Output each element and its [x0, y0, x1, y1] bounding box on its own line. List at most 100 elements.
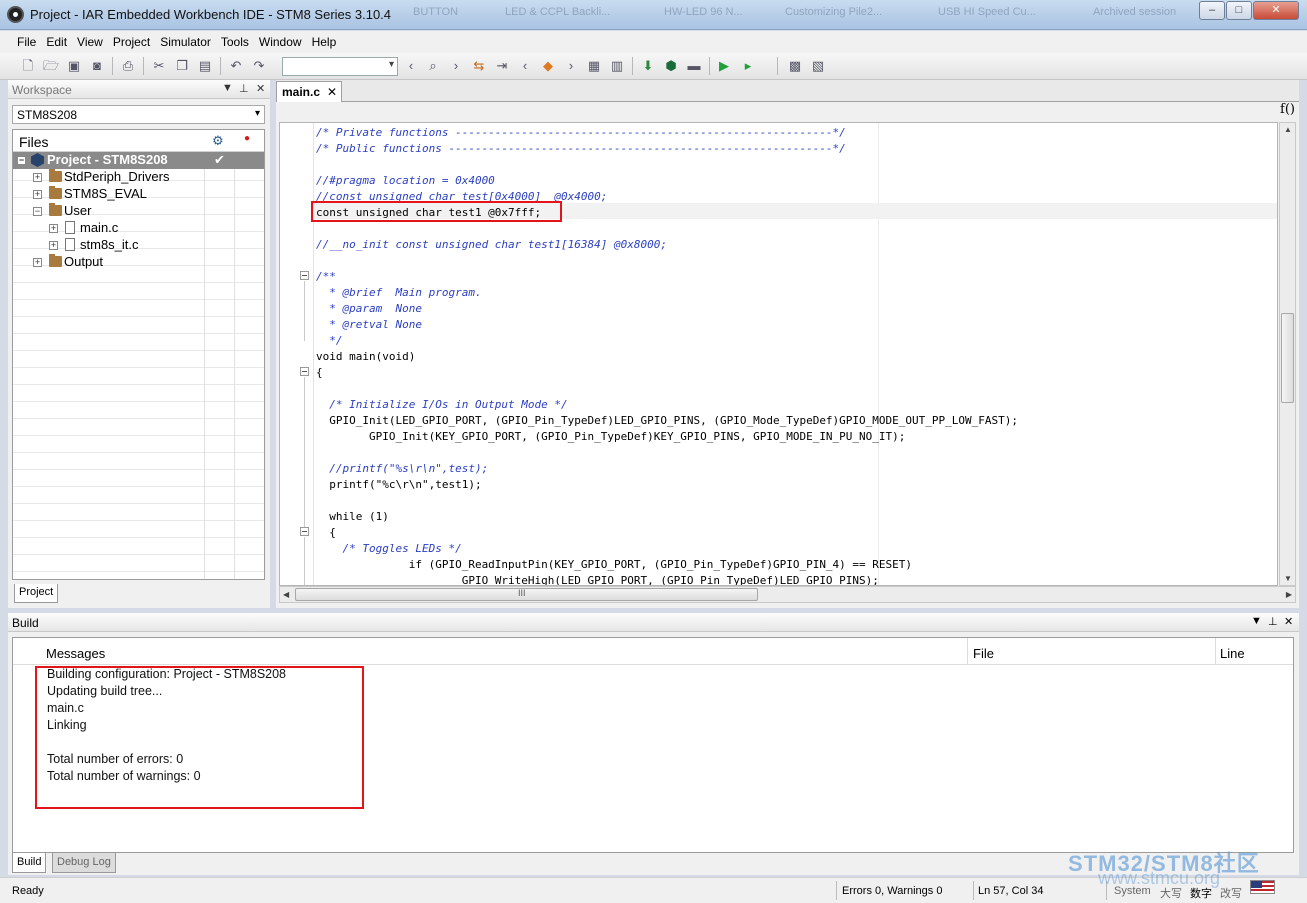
- tree-item-stdperiph[interactable]: + StdPeriph_Drivers: [13, 169, 264, 186]
- scroll-thumb[interactable]: III: [295, 588, 758, 601]
- scroll-right-icon[interactable]: ▶: [1286, 590, 1292, 599]
- navigate-back-icon[interactable]: ‹: [517, 58, 533, 74]
- find-next-icon[interactable]: ›: [448, 58, 464, 74]
- run-icon[interactable]: ▶: [716, 58, 732, 74]
- paste-icon[interactable]: ▤: [197, 58, 213, 74]
- save-all-icon[interactable]: ◙: [89, 58, 105, 74]
- compile-icon[interactable]: ▦: [586, 58, 602, 74]
- redo-icon[interactable]: ↷: [251, 58, 267, 74]
- tree-label: STM8S_EVAL: [64, 186, 147, 201]
- tree-item-main-c[interactable]: + main.c: [13, 220, 264, 237]
- pin-icon[interactable]: ⊥: [1268, 615, 1278, 628]
- collapse-icon[interactable]: −: [33, 207, 42, 216]
- pin-icon[interactable]: ⊥: [239, 82, 249, 95]
- menu-project[interactable]: Project: [108, 31, 155, 49]
- tab-main-c[interactable]: main.c ✕: [276, 81, 342, 102]
- dropdown-icon[interactable]: ▼: [1251, 615, 1262, 627]
- expand-icon[interactable]: +: [33, 173, 42, 182]
- maximize-button[interactable]: □: [1226, 1, 1252, 20]
- go-to-line-icon[interactable]: ⇥: [494, 58, 510, 74]
- download-icon[interactable]: ⬇: [640, 58, 656, 74]
- find-previous-icon[interactable]: ‹: [403, 58, 419, 74]
- horizontal-scrollbar[interactable]: ◀ III ▶: [279, 586, 1296, 603]
- open-file-icon[interactable]: 🗁: [43, 58, 59, 74]
- column-messages[interactable]: Messages: [46, 646, 105, 661]
- code-line: //__no_init const unsigned char test1[16…: [316, 238, 667, 251]
- function-list-icon[interactable]: f(): [1280, 102, 1295, 117]
- code-line: while (1): [316, 510, 389, 523]
- tab-close-icon[interactable]: ✕: [327, 85, 337, 99]
- tree-item-project[interactable]: − Project - STM8S208 ✔: [13, 152, 264, 169]
- debug-icon[interactable]: ⬢: [663, 58, 679, 74]
- expand-icon[interactable]: +: [49, 224, 58, 233]
- status-errors: Errors 0, Warnings 0: [842, 885, 943, 897]
- dot-icon[interactable]: ●: [244, 133, 250, 144]
- column-file[interactable]: File: [973, 646, 994, 661]
- collapse-icon[interactable]: −: [17, 156, 26, 165]
- tree-item-output[interactable]: + Output: [13, 254, 264, 271]
- tree-label: Project - STM8S208: [47, 152, 168, 167]
- vertical-scrollbar[interactable]: ▲ ▼: [1279, 122, 1296, 586]
- folder-icon: [49, 186, 62, 199]
- new-file-icon[interactable]: 🗋: [20, 58, 36, 74]
- menu-help[interactable]: Help: [307, 31, 342, 49]
- minimize-button[interactable]: ‒: [1199, 1, 1225, 20]
- navigate-forward-icon[interactable]: ›: [563, 58, 579, 74]
- tree-label: main.c: [80, 220, 119, 235]
- dropdown-icon[interactable]: ▼: [222, 82, 233, 94]
- make-icon[interactable]: ▥: [609, 58, 625, 74]
- scroll-down-icon[interactable]: ▼: [1284, 574, 1292, 583]
- menu-tools[interactable]: Tools: [216, 31, 254, 49]
- fold-toggle-icon[interactable]: [300, 367, 309, 376]
- go-icon[interactable]: ▸: [740, 58, 756, 74]
- scroll-left-icon[interactable]: ◀: [283, 590, 289, 599]
- configuration-select[interactable]: STM8S208: [12, 105, 265, 124]
- build-title: Build: [12, 616, 39, 630]
- fold-toggle-icon[interactable]: [300, 527, 309, 536]
- files-column-header[interactable]: Files ⚙ ●: [13, 130, 264, 152]
- stack-icon[interactable]: ▩: [787, 58, 803, 74]
- memory-icon[interactable]: ▧: [810, 58, 826, 74]
- tab-build[interactable]: Build: [12, 853, 47, 873]
- build-messages-list[interactable]: Messages File Line Building configuratio…: [12, 637, 1294, 853]
- tree-item-stm8s-eval[interactable]: + STM8S_EVAL: [13, 186, 264, 203]
- breakpoint-icon[interactable]: ▬: [686, 58, 702, 74]
- expand-icon[interactable]: +: [49, 241, 58, 250]
- find-combo[interactable]: [282, 57, 398, 76]
- file-tree: Files ⚙ ● − Project - STM8S208 ✔ + StdPe…: [12, 129, 265, 580]
- tree-label: StdPeriph_Drivers: [64, 169, 170, 184]
- expand-icon[interactable]: +: [33, 258, 42, 267]
- tab-project[interactable]: Project: [14, 584, 58, 603]
- menu-window[interactable]: Window: [254, 31, 307, 49]
- gear-icon[interactable]: ⚙: [212, 133, 224, 149]
- tree-item-stm8s-it-c[interactable]: + stm8s_it.c: [13, 237, 264, 254]
- print-icon[interactable]: ⎙: [120, 58, 136, 74]
- find-icon[interactable]: ⌕: [425, 58, 441, 74]
- cut-icon[interactable]: ✂: [151, 58, 167, 74]
- close-button[interactable]: ✕: [1253, 1, 1299, 20]
- menu-bar: File Edit View Project Simulator Tools Window H…: [0, 31, 1307, 53]
- undo-icon[interactable]: ↶: [228, 58, 244, 74]
- scroll-up-icon[interactable]: ▲: [1284, 125, 1292, 134]
- copy-icon[interactable]: ❐: [174, 58, 190, 74]
- menu-view[interactable]: View: [72, 31, 108, 49]
- close-icon[interactable]: ✕: [256, 82, 265, 95]
- code-editor[interactable]: /* Private functions -------------------…: [279, 122, 1278, 586]
- project-icon: [31, 153, 44, 167]
- save-icon[interactable]: ▣: [66, 58, 82, 74]
- close-icon[interactable]: ✕: [1284, 615, 1293, 628]
- tree-label: stm8s_it.c: [80, 237, 139, 252]
- menu-edit[interactable]: Edit: [41, 31, 72, 49]
- scroll-thumb[interactable]: [1281, 313, 1294, 403]
- fold-toggle-icon[interactable]: [300, 271, 309, 280]
- expand-icon[interactable]: +: [33, 190, 42, 199]
- tree-item-user[interactable]: − User: [13, 203, 264, 220]
- column-line[interactable]: Line: [1220, 646, 1245, 661]
- menu-file[interactable]: File: [12, 31, 41, 49]
- menu-simulator[interactable]: Simulator: [155, 31, 216, 49]
- bookmark-icon[interactable]: ◆: [540, 58, 556, 74]
- tab-debug-log[interactable]: Debug Log: [52, 853, 116, 873]
- replace-icon[interactable]: ⇆: [471, 58, 487, 74]
- code-line: //#pragma location = 0x4000: [316, 174, 495, 187]
- language-flag-icon[interactable]: [1250, 880, 1275, 894]
